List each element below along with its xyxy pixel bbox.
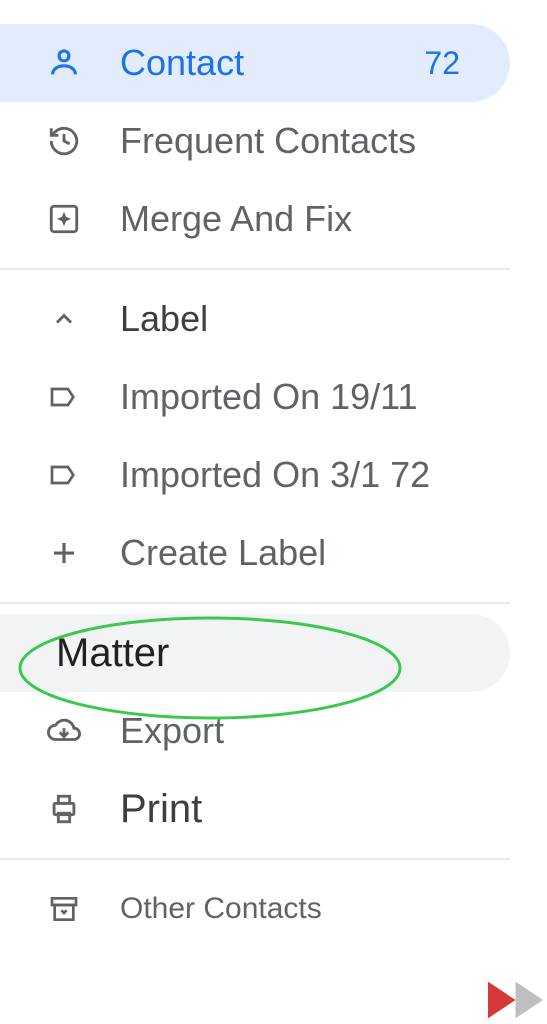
divider — [0, 858, 510, 860]
nav-merge-label: Merge And Fix — [120, 198, 510, 240]
label-item-0-label: Imported On 19/11 — [120, 376, 510, 418]
nav-merge[interactable]: Merge And Fix — [0, 180, 510, 258]
nav-print[interactable]: Print — [0, 770, 510, 848]
history-icon — [46, 124, 82, 158]
person-icon — [46, 46, 82, 80]
nav-import-label: Matter — [56, 631, 169, 676]
nav-export[interactable]: Export — [0, 692, 510, 770]
nav-contact-count: 72 — [424, 45, 460, 82]
divider — [0, 602, 510, 604]
archive-icon — [46, 893, 82, 925]
printer-icon — [46, 792, 82, 826]
label-item-0[interactable]: Imported On 19/11 — [0, 358, 510, 436]
labels-header[interactable]: Label — [0, 280, 510, 358]
nav-other-contacts[interactable]: Other Contacts — [0, 870, 510, 948]
sparkle-box-icon — [46, 202, 82, 236]
create-label[interactable]: Create Label — [0, 514, 510, 592]
label-tag-icon — [46, 381, 82, 413]
create-label-label: Create Label — [120, 532, 510, 574]
nav-import[interactable]: Matter — [0, 614, 510, 692]
watermark-logo — [488, 980, 543, 1020]
nav-frequent[interactable]: Frequent Contacts — [0, 102, 510, 180]
nav-contact-label: Contact — [120, 42, 424, 84]
label-item-1-label: Imported On 3/1 72 — [120, 454, 510, 496]
nav-export-label: Export — [120, 710, 510, 752]
plus-icon — [46, 538, 82, 568]
divider — [0, 268, 510, 270]
label-item-1[interactable]: Imported On 3/1 72 — [0, 436, 510, 514]
chevron-up-icon — [46, 305, 82, 333]
nav-print-label: Print — [120, 787, 510, 832]
cloud-download-icon — [46, 714, 82, 748]
nav-frequent-label: Frequent Contacts — [120, 120, 510, 162]
label-tag-icon — [46, 459, 82, 491]
nav-other-label: Other Contacts — [120, 892, 510, 926]
labels-header-label: Label — [120, 298, 208, 340]
nav-contact[interactable]: Contact 72 — [0, 24, 510, 102]
